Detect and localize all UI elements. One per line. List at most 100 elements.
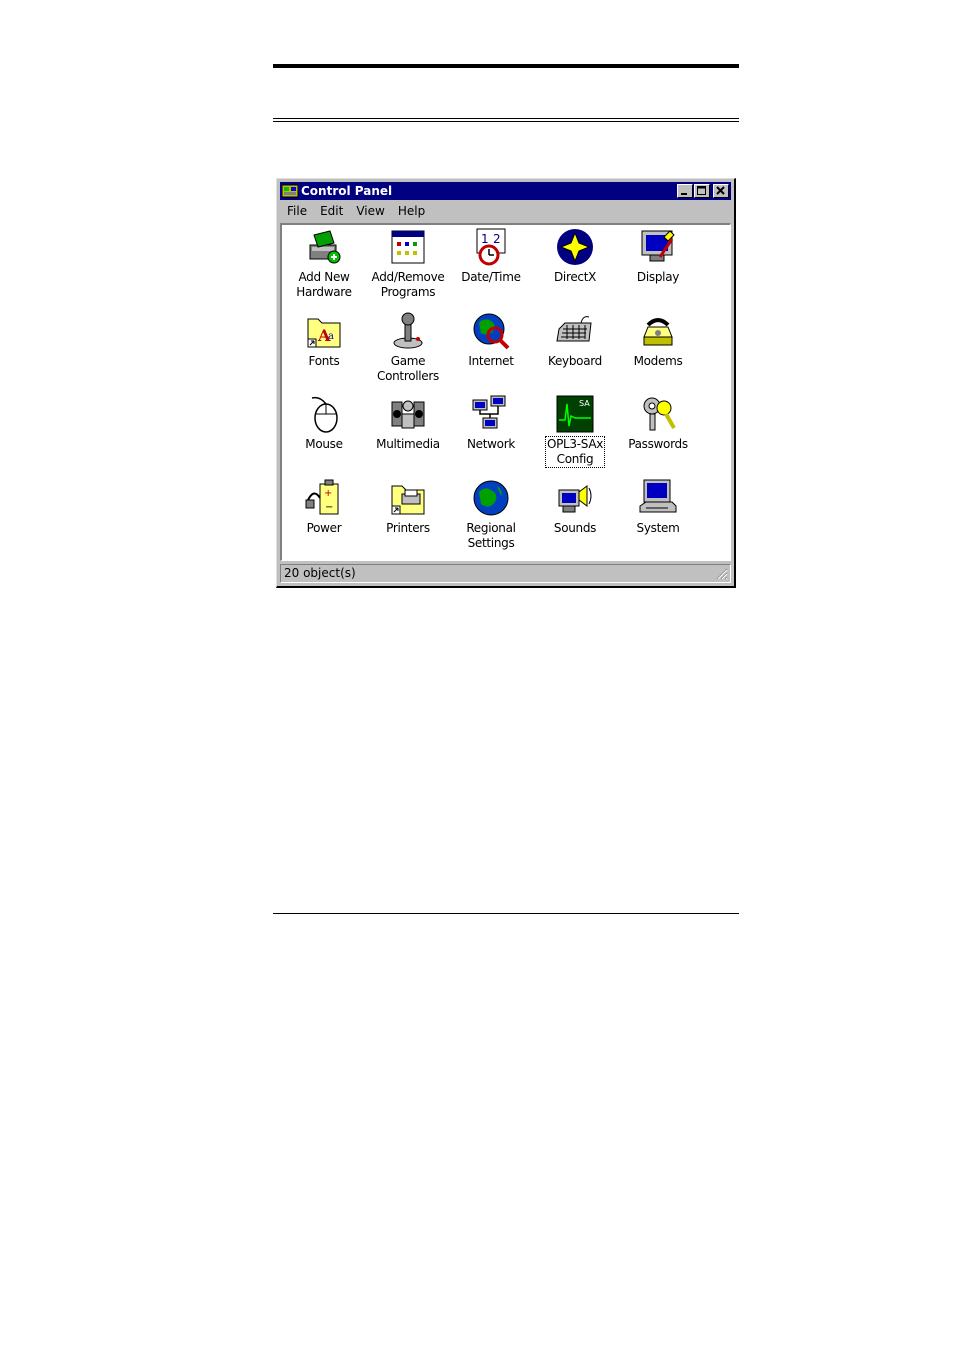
control-panel-item[interactable]: Regional Settings	[449, 478, 533, 551]
control-panel-item-label: Game Controllers	[366, 354, 450, 384]
control-panel-item[interactable]: Mouse	[282, 394, 366, 452]
menu-edit[interactable]: Edit	[314, 204, 349, 218]
control-panel-item-label: Add/Remove Programs	[366, 270, 450, 300]
control-panel-app-icon[interactable]	[282, 184, 298, 198]
control-panel-item[interactable]: Add New Hardware	[282, 227, 366, 300]
label-line-1: Printers	[386, 521, 430, 535]
printers-icon[interactable]	[388, 478, 428, 518]
header-rule-lower	[273, 121, 739, 122]
fonts-icon[interactable]: Aa	[304, 311, 344, 351]
status-text: 20 object(s)	[284, 566, 356, 580]
menu-help[interactable]: Help	[392, 204, 431, 218]
title-bar[interactable]: Control Panel	[280, 182, 731, 200]
maximize-icon	[697, 186, 706, 195]
control-panel-item[interactable]: 1 2 Date/Time	[449, 227, 533, 285]
control-panel-item-label: Modems	[616, 354, 700, 369]
label-line-2: Config	[556, 452, 594, 466]
label-line-1: Modems	[633, 354, 683, 368]
display-icon[interactable]	[638, 227, 678, 267]
control-panel-item-label: DirectX	[533, 270, 617, 285]
top-rule	[273, 64, 739, 68]
bottom-rule	[273, 913, 739, 914]
resize-grip-icon[interactable]	[716, 568, 728, 580]
label-line-1: Sounds	[553, 521, 597, 535]
label-line-1: Display	[636, 270, 680, 284]
control-panel-item-label: Power	[282, 521, 366, 536]
control-panel-item[interactable]: Add/Remove Programs	[366, 227, 450, 300]
label-line-1: System	[636, 521, 680, 535]
modems-icon[interactable]	[638, 311, 678, 351]
control-panel-item-label: Sounds	[533, 521, 617, 536]
minimize-icon	[681, 193, 687, 195]
control-panel-item-label: Mouse	[282, 437, 366, 452]
opl3-sax-config-icon[interactable]: SA	[555, 394, 595, 434]
window-title: Control Panel	[301, 184, 393, 198]
control-panel-item-label: Display	[616, 270, 700, 285]
label-line-1: Passwords	[628, 437, 688, 451]
control-panel-item[interactable]: Network	[449, 394, 533, 452]
menu-bar: File Edit View Help	[280, 201, 731, 221]
control-panel-item[interactable]: Printers	[366, 478, 450, 536]
control-panel-item[interactable]: Internet	[449, 311, 533, 369]
control-panel-item[interactable]: + − Power	[282, 478, 366, 536]
control-panel-item[interactable]: DirectX	[533, 227, 617, 285]
label-line-2: Controllers	[377, 369, 439, 383]
label-line-1: DirectX	[553, 270, 597, 284]
power-icon[interactable]: +−	[304, 478, 344, 518]
mouse-icon[interactable]	[304, 394, 344, 434]
date-time-icon[interactable]: 12	[471, 227, 511, 267]
control-panel-item-label: Network	[449, 437, 533, 452]
internet-icon[interactable]	[471, 311, 511, 351]
control-panel-item[interactable]: Game Controllers	[366, 311, 450, 384]
svg-text:2: 2	[493, 232, 501, 246]
svg-text:1: 1	[481, 232, 489, 246]
label-line-1: Add/Remove	[371, 270, 445, 284]
control-panel-item[interactable]: Aa Fonts	[282, 311, 366, 369]
control-panel-item-label: Regional Settings	[449, 521, 533, 551]
opl-badge-text: SA	[579, 399, 590, 408]
menu-view[interactable]: View	[350, 204, 390, 218]
system-icon[interactable]	[638, 478, 678, 518]
multimedia-icon[interactable]	[388, 394, 428, 434]
label-line-1: Fonts	[308, 354, 340, 368]
control-panel-item[interactable]: Multimedia	[366, 394, 450, 452]
passwords-icon[interactable]	[638, 394, 678, 434]
label-line-1: Multimedia	[376, 437, 440, 451]
control-panel-item[interactable]: Display	[616, 227, 700, 285]
label-line-1: Mouse	[305, 437, 343, 451]
control-panel-item-label: Passwords	[616, 437, 700, 452]
control-panel-item-label: Fonts	[282, 354, 366, 369]
status-bar: 20 object(s)	[280, 564, 731, 583]
control-panel-item[interactable]: Sounds	[533, 478, 617, 536]
maximize-button[interactable]	[694, 184, 710, 198]
control-panel-item-label: OPL3-SAx Config	[544, 436, 606, 468]
label-line-2: Settings	[467, 536, 515, 550]
add-remove-programs-icon[interactable]	[388, 227, 428, 267]
label-line-1: Add New	[298, 270, 350, 284]
add-hardware-icon[interactable]	[304, 227, 344, 267]
sounds-icon[interactable]	[555, 478, 595, 518]
control-panel-item-label: Add New Hardware	[282, 270, 366, 300]
close-button[interactable]	[713, 184, 729, 198]
label-line-1: Network	[466, 437, 515, 451]
game-controllers-icon[interactable]	[388, 311, 428, 351]
svg-text:a: a	[328, 331, 334, 342]
keyboard-icon[interactable]	[555, 311, 595, 351]
header-rule-upper	[273, 118, 739, 119]
control-panel-item-label: Date/Time	[449, 270, 533, 285]
control-panel-item[interactable]: System	[616, 478, 700, 536]
regional-settings-icon[interactable]	[471, 478, 511, 518]
icon-view[interactable]: Add New Hardware Add/Remove Programs 1 2 Date/…	[280, 223, 731, 561]
network-icon[interactable]	[471, 394, 511, 434]
control-panel-item[interactable]: Modems	[616, 311, 700, 369]
directx-icon[interactable]	[555, 227, 595, 267]
control-panel-item[interactable]: Keyboard	[533, 311, 617, 369]
label-line-2: Hardware	[296, 285, 352, 299]
control-panel-item[interactable]: Passwords	[616, 394, 700, 452]
label-line-1: Game	[390, 354, 426, 368]
label-line-1: Date/Time	[461, 270, 521, 284]
minimize-button[interactable]	[677, 184, 693, 198]
control-panel-item-label: Printers	[366, 521, 450, 536]
menu-file[interactable]: File	[281, 204, 313, 218]
control-panel-item[interactable]: SA OPL3-SAx Config	[533, 394, 617, 468]
